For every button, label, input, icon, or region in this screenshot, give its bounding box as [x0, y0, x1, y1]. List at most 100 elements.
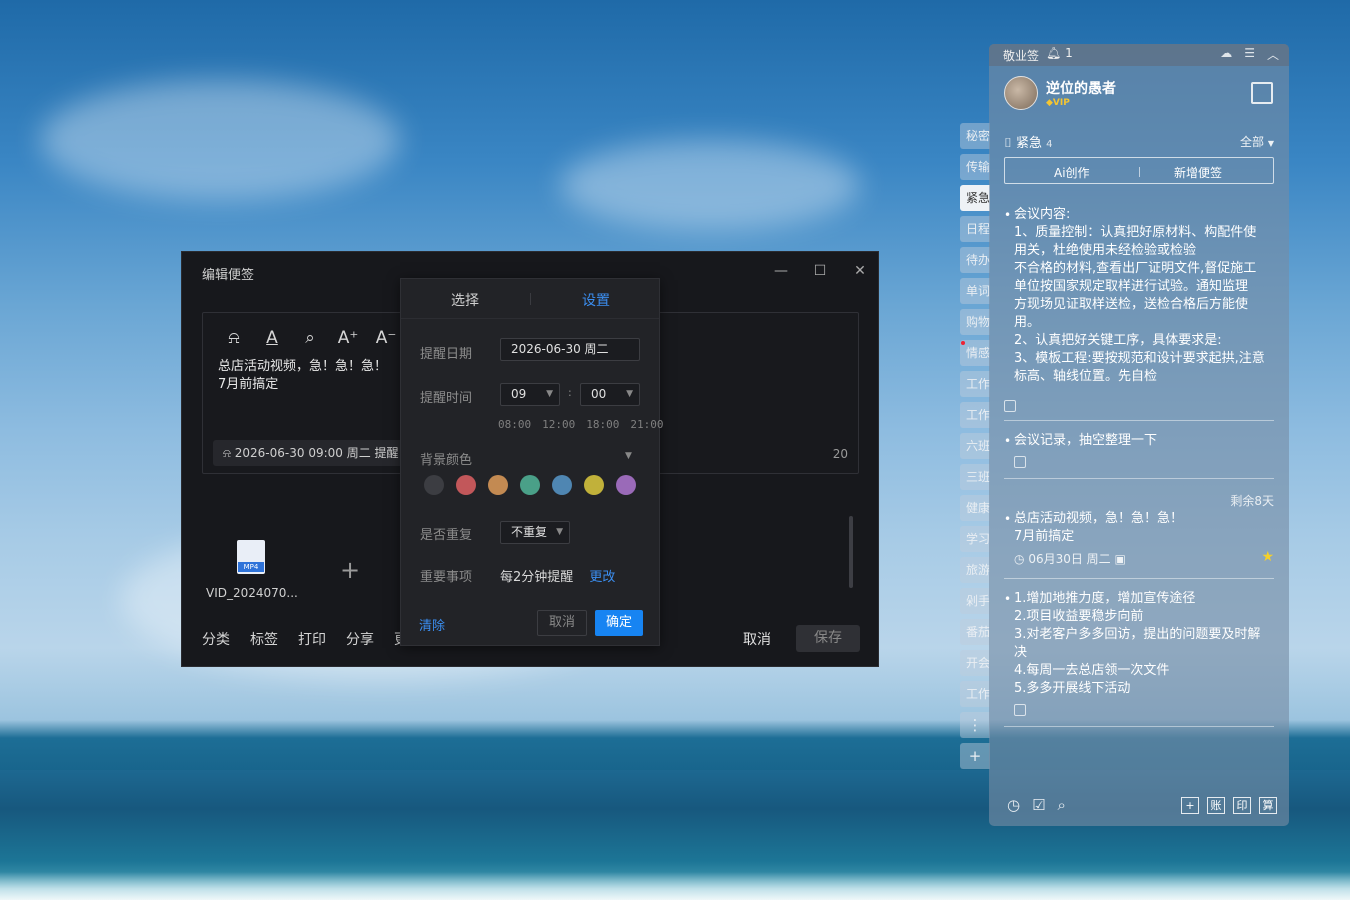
- note-card[interactable]: • 会议内容: 1、质量控制：认真把好原材料、构配件使 用关，杜绝使用未经检验或…: [1004, 206, 1274, 391]
- bookmark-icon: ⌷: [1004, 136, 1012, 151]
- ai-create-button[interactable]: Ai创作: [1054, 164, 1090, 181]
- sea-foam: [0, 872, 1350, 900]
- filter-dropdown[interactable]: 全部 ▼: [1240, 133, 1274, 150]
- menu-category[interactable]: 分类: [202, 629, 230, 649]
- chevron-down-icon: ▼: [626, 389, 633, 399]
- reminder-chip[interactable]: ⍾ 2026-06-30 09:00 周二 提醒: [213, 440, 409, 466]
- add-category-icon[interactable]: +: [960, 743, 990, 769]
- close-icon[interactable]: ✕: [849, 260, 871, 282]
- color-swatch[interactable]: [584, 475, 604, 495]
- date-field[interactable]: 2026-06-30 周二: [500, 338, 640, 361]
- quick-time[interactable]: 21:00: [630, 418, 663, 431]
- app-name: 敬业签: [1003, 49, 1040, 63]
- attachment-item[interactable]: MP4 VID_2024070...: [206, 540, 298, 600]
- more-icon[interactable]: ⋮: [960, 712, 990, 738]
- category-tab[interactable]: 购物: [960, 309, 990, 335]
- search-icon[interactable]: ⌕: [299, 327, 321, 349]
- font-increase-icon[interactable]: A⁺: [337, 327, 359, 349]
- minimize-icon[interactable]: —: [770, 260, 792, 282]
- minute-select[interactable]: 00 ▼: [580, 383, 640, 406]
- category-tab[interactable]: 待办: [960, 247, 990, 273]
- category-tab[interactable]: 单词: [960, 278, 990, 304]
- tab-settings[interactable]: 设置: [582, 290, 610, 310]
- cloud-sync-icon[interactable]: ☁: [1220, 46, 1232, 63]
- chevron-down-icon[interactable]: ▼: [625, 451, 632, 461]
- menu-print[interactable]: 打印: [298, 629, 326, 649]
- scrollbar[interactable]: [849, 516, 853, 588]
- menu-tag[interactable]: 标签: [250, 629, 278, 649]
- category-tab-active[interactable]: 紧急: [960, 185, 990, 211]
- category-tab[interactable]: 旅游: [960, 557, 990, 583]
- confirm-button[interactable]: 确定: [595, 610, 643, 636]
- color-swatch[interactable]: [424, 475, 444, 495]
- menu-share[interactable]: 分享: [346, 629, 374, 649]
- new-note-button[interactable]: 新增便签: [1174, 164, 1222, 181]
- tab-select[interactable]: 选择: [451, 290, 479, 310]
- calendar-icon[interactable]: [1251, 82, 1273, 104]
- add-icon[interactable]: +: [1181, 797, 1199, 814]
- category-tab[interactable]: 秘密: [960, 123, 990, 149]
- category-tab[interactable]: 学习: [960, 526, 990, 552]
- clock-icon[interactable]: ◷: [1007, 796, 1020, 814]
- vip-badge: ◆VIP: [1046, 98, 1070, 108]
- quick-time[interactable]: 08:00: [498, 418, 531, 431]
- cancel-button[interactable]: 取消: [743, 629, 771, 649]
- menu-icon[interactable]: ☰: [1244, 46, 1255, 63]
- color-palette: [424, 475, 636, 495]
- cancel-button[interactable]: 取消: [537, 610, 587, 636]
- note-icon: ▣: [1114, 552, 1126, 566]
- category-tab[interactable]: 健康: [960, 495, 990, 521]
- color-swatch[interactable]: [616, 475, 636, 495]
- note-card[interactable]: • 1.增加地推力度，增加宣传途径 2.项目收益要稳步向前 3.对老客户多多回访…: [1004, 590, 1274, 722]
- avatar[interactable]: [1004, 76, 1038, 110]
- note-line: 3.对老客户多多回访，提出的问题要及时解: [1014, 627, 1261, 642]
- print-button[interactable]: 印: [1233, 797, 1251, 814]
- clear-button[interactable]: 清除: [419, 615, 445, 634]
- note-line: 7月前搞定: [1014, 529, 1075, 544]
- category-tab[interactable]: 工作: [960, 402, 990, 428]
- category-tab[interactable]: 开会: [960, 650, 990, 676]
- collapse-icon[interactable]: ︿: [1267, 46, 1279, 63]
- category-tab[interactable]: 工作: [960, 371, 990, 397]
- note-card[interactable]: • 会议记录，抽空整理一下: [1004, 432, 1274, 474]
- save-button[interactable]: 保存: [796, 625, 860, 652]
- color-swatch[interactable]: [488, 475, 508, 495]
- checklist-icon[interactable]: ☑: [1032, 796, 1045, 814]
- color-swatch[interactable]: [552, 475, 572, 495]
- bell-count: 1: [1065, 46, 1073, 60]
- quick-time[interactable]: 12:00: [542, 418, 575, 431]
- quick-time[interactable]: 18:00: [586, 418, 619, 431]
- note-content[interactable]: 总店活动视频，急！急！急！ 7月前搞定: [218, 358, 387, 394]
- user-name[interactable]: 逆位的愚者: [1046, 78, 1116, 98]
- reminder-settings-popup: 选择 设置 提醒日期 2026-06-30 周二 提醒时间 09 ▼ : 00 …: [400, 278, 664, 646]
- category-tab[interactable]: 日程: [960, 216, 990, 242]
- hour-select[interactable]: 09 ▼: [500, 383, 560, 406]
- note-line: 1、质量控制：认真把好原材料、构配件使: [1014, 225, 1257, 240]
- category-tab[interactable]: 情感: [960, 340, 990, 366]
- color-swatch[interactable]: [520, 475, 540, 495]
- color-swatch[interactable]: [456, 475, 476, 495]
- search-icon[interactable]: ⌕: [1058, 796, 1066, 814]
- star-icon[interactable]: ★: [1261, 548, 1274, 566]
- bell-icon[interactable]: ⍾: [223, 327, 245, 349]
- add-attachment-icon[interactable]: +: [340, 556, 360, 584]
- category-tab[interactable]: 三班: [960, 464, 990, 490]
- category-tab[interactable]: 番茄: [960, 619, 990, 645]
- account-button[interactable]: 账: [1207, 797, 1225, 814]
- maximize-icon[interactable]: ☐: [809, 260, 831, 282]
- change-link[interactable]: 更改: [589, 570, 615, 585]
- note-card[interactable]: • 总店活动视频，急！急！急！ 7月前搞定 ◷ 06月30日 周二 ▣ ★: [1004, 510, 1274, 568]
- category-tab[interactable]: 剁手: [960, 588, 990, 614]
- calculate-button[interactable]: 算: [1259, 797, 1277, 814]
- font-color-icon[interactable]: A: [261, 327, 283, 349]
- format-toolbar: ⍾ A ⌕ A⁺ A⁻: [223, 327, 397, 349]
- important-label: 重要事项: [420, 570, 473, 585]
- category-tab[interactable]: 工作: [960, 681, 990, 707]
- font-decrease-icon[interactable]: A⁻: [375, 327, 397, 349]
- category-tab[interactable]: 六班: [960, 433, 990, 459]
- category-tab[interactable]: 传输: [960, 154, 990, 180]
- time-label: 提醒时间: [420, 391, 473, 406]
- notification-bell[interactable]: 🔔︎ 1: [1046, 46, 1073, 60]
- repeat-select[interactable]: 不重复 ▼: [500, 521, 570, 544]
- note-body: 会议内容: 1、质量控制：认真把好原材料、构配件使 用关，杜绝使用未经检验或检验…: [1004, 206, 1274, 388]
